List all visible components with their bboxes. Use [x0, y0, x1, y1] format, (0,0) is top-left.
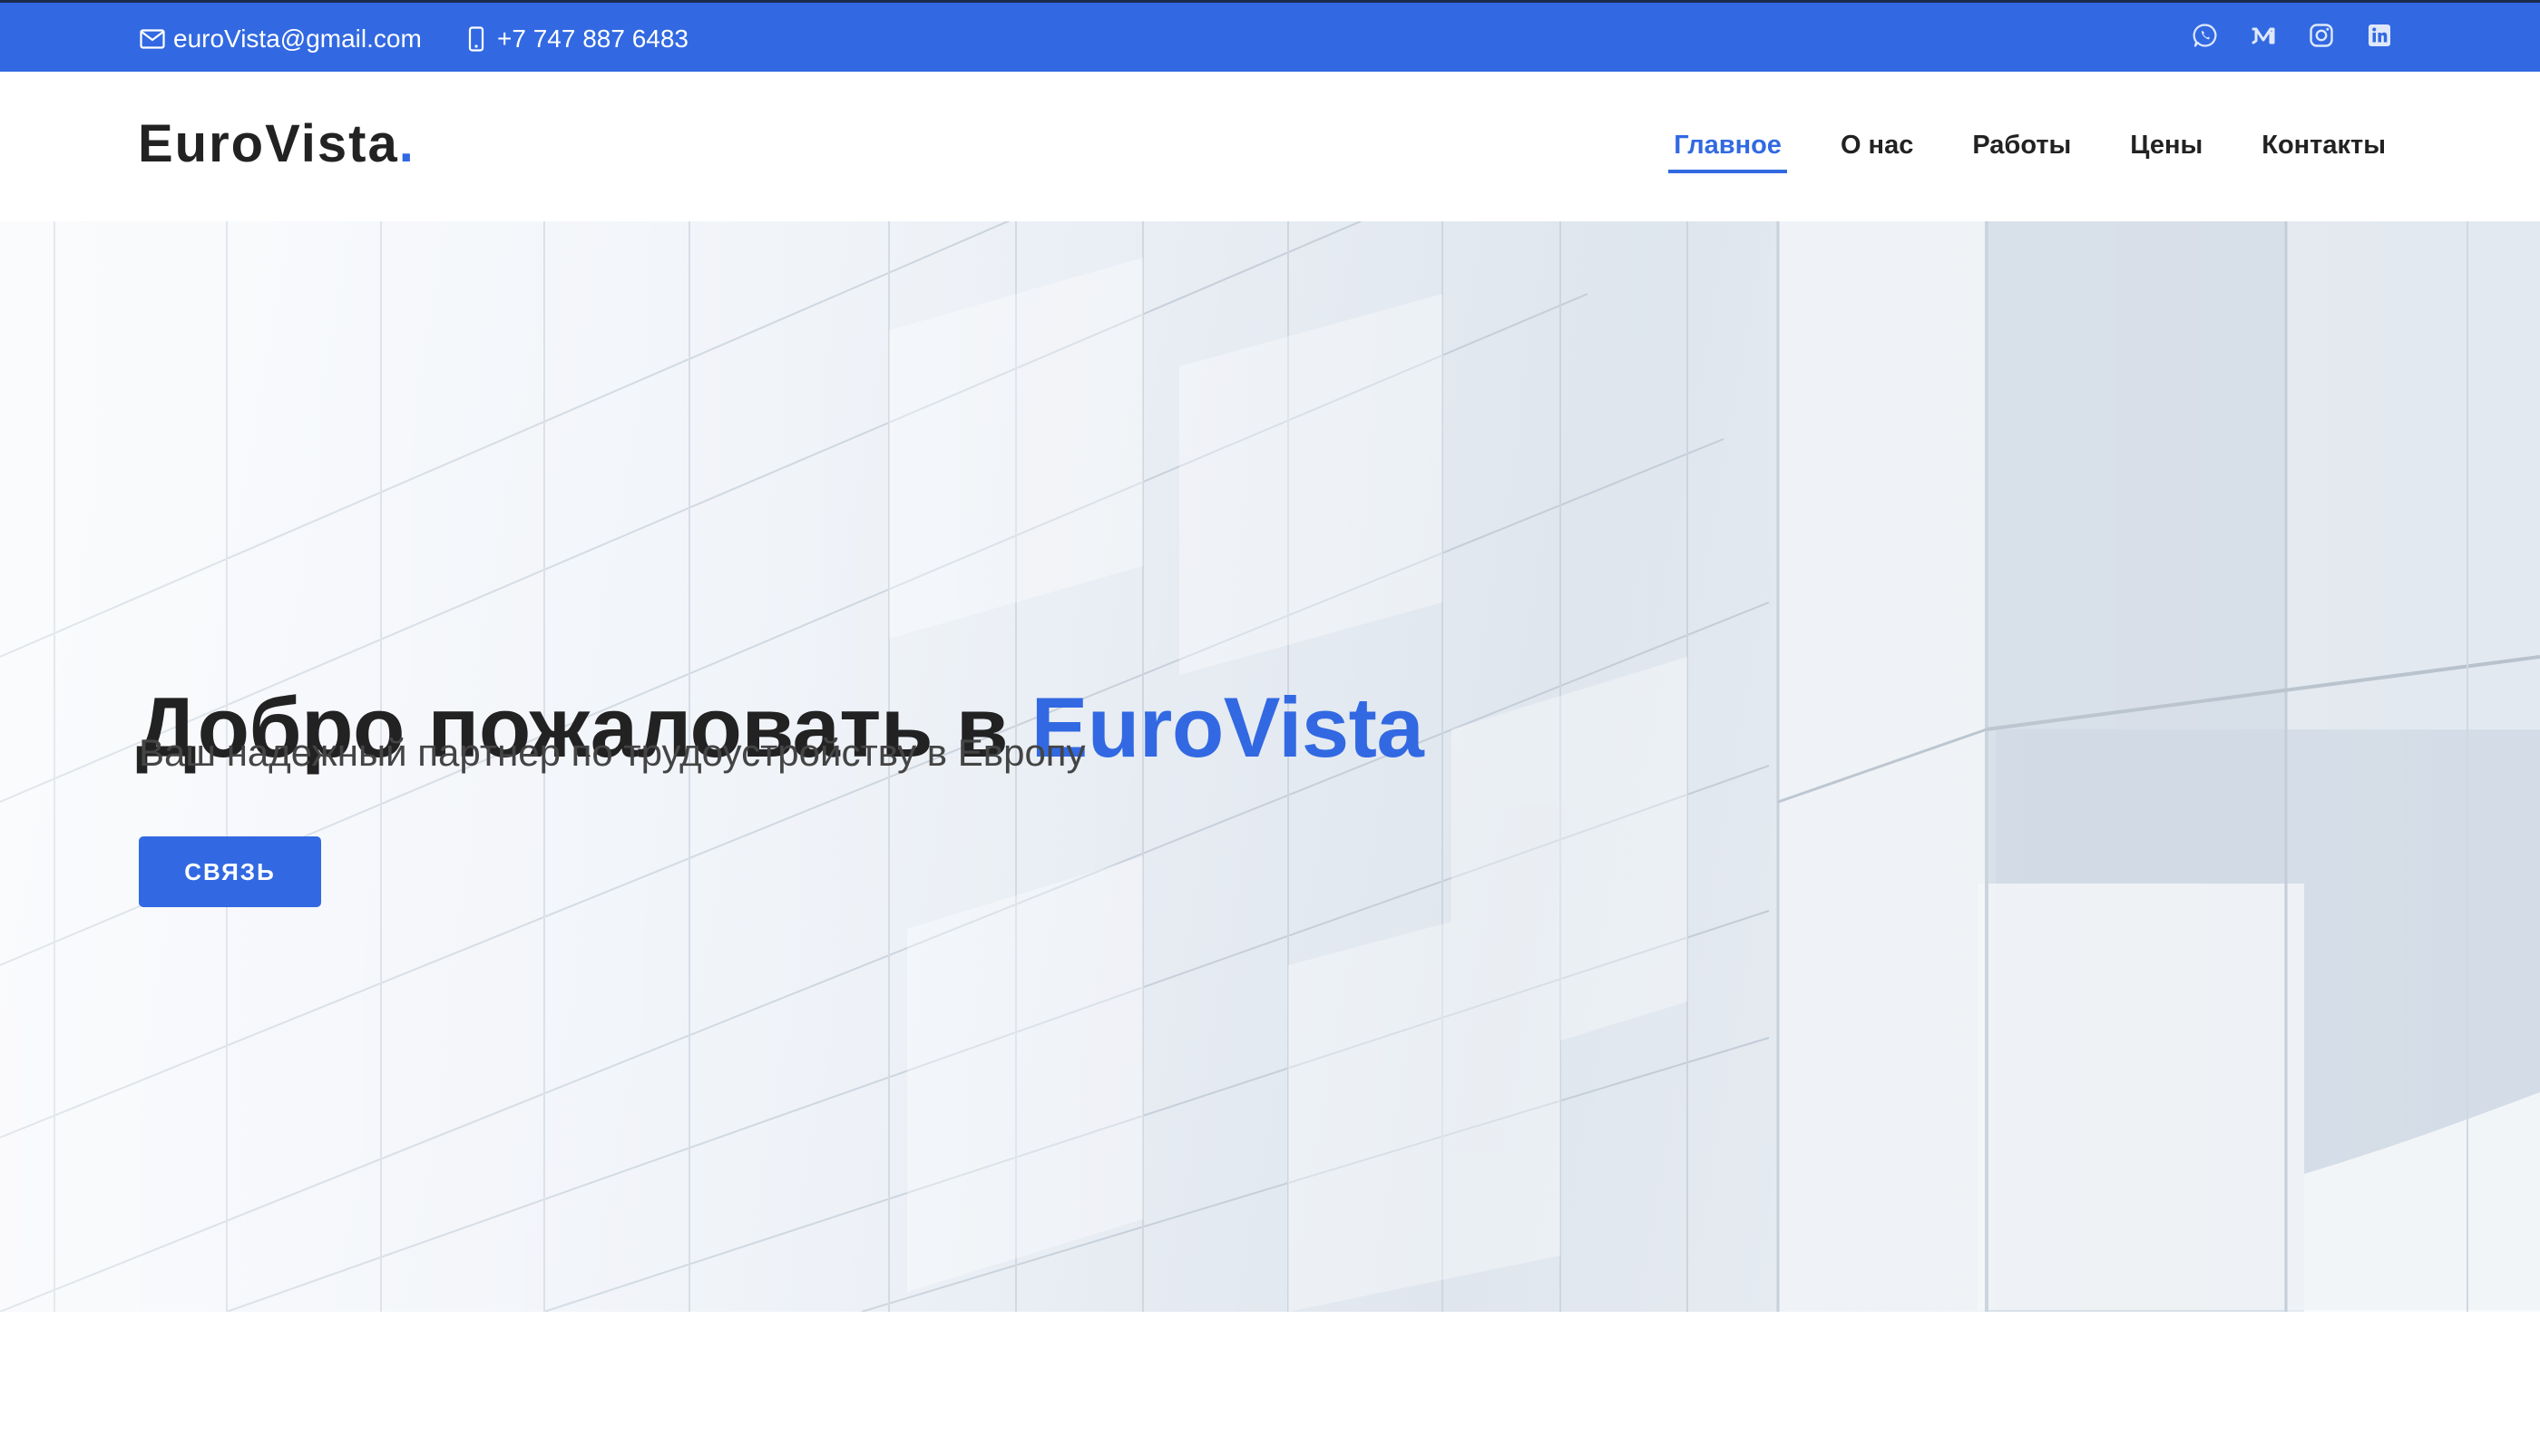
nav-item-prices[interactable]: Цены: [2130, 122, 2203, 168]
phone-text: +7 747 887 6483: [497, 24, 689, 53]
email-text: euroVista@gmail.com: [173, 24, 422, 53]
envelope-icon: [139, 25, 166, 53]
site-header: EuroVista. Главное О нас Работы Цены Кон…: [0, 72, 2540, 221]
instagram-icon[interactable]: [2308, 22, 2335, 49]
top-contact-bar: euroVista@gmail.com +7 747 887 6483: [0, 0, 2540, 72]
phone-contact[interactable]: +7 747 887 6483: [463, 21, 689, 57]
email-contact[interactable]: euroVista@gmail.com: [139, 21, 422, 57]
main-nav: Главное О нас Работы Цены Контакты: [1668, 122, 2386, 173]
hero-subtitle: Ваш надежный партнер по трудоустройству …: [139, 731, 1086, 774]
nav-item-about[interactable]: О нас: [1841, 122, 1913, 168]
logo-dot: .: [398, 114, 415, 173]
contact-button[interactable]: СВЯЗЬ: [139, 836, 321, 907]
site-logo[interactable]: EuroVista.: [138, 112, 415, 177]
linkedin-icon[interactable]: [2366, 22, 2393, 49]
whatsapp-icon[interactable]: [2192, 22, 2219, 49]
hero-section: Добро пожаловать в EuroVista Ваш надежны…: [0, 221, 2540, 1312]
nav-item-home[interactable]: Главное: [1668, 122, 1787, 173]
nav-item-contacts[interactable]: Контакты: [2262, 122, 2386, 168]
nav-item-jobs[interactable]: Работы: [1972, 122, 2071, 168]
hero-title-brand: EuroVista: [1031, 679, 1424, 775]
logo-text: EuroVista: [138, 114, 399, 173]
medium-icon[interactable]: [2250, 22, 2277, 49]
phone-icon: [463, 25, 490, 53]
social-links: [2192, 22, 2393, 49]
page-bottom-whitespace: [0, 1312, 2540, 1456]
